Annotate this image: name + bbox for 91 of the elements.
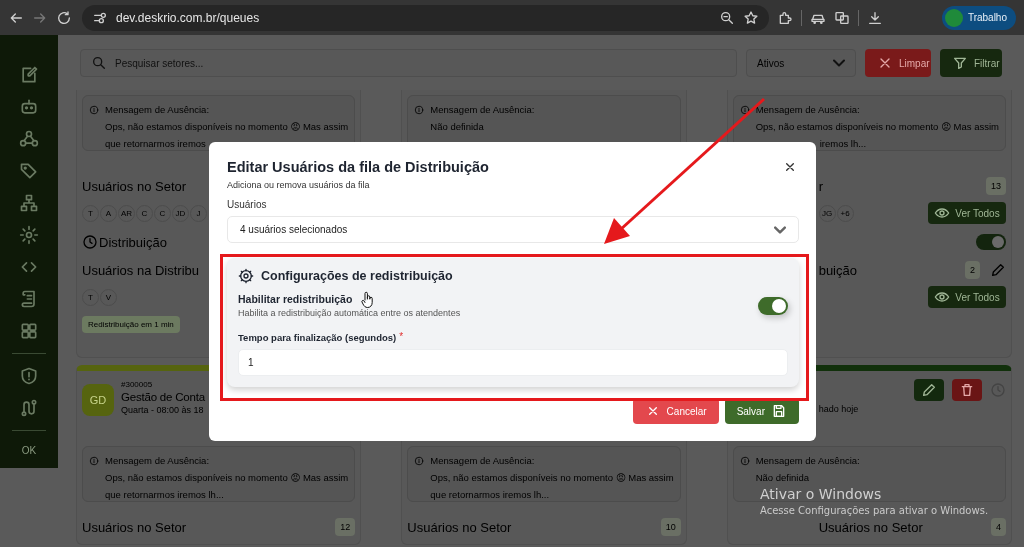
message-label: Mensagem de Ausência:: [755, 454, 860, 468]
activation-text: Acesse Configurações para ativar o Windows.: [760, 505, 989, 516]
count-badge: 13: [986, 177, 1006, 195]
message-label: Mensagem de Ausência:: [430, 454, 536, 468]
url-text: dev.deskrio.com.br/queues: [116, 10, 261, 25]
users-dropdown[interactable]: 4 usuários selecionados: [227, 216, 799, 243]
route-icon[interactable]: [19, 398, 39, 418]
section-title: Usuários na Distribu: [82, 262, 200, 278]
message-text: Ops, não estamos disponíveis no momento 😡 Mas assim: [430, 471, 674, 485]
sidebar-footer-label: OK: [21, 444, 37, 458]
chevron-down-icon: [774, 225, 786, 234]
message-text: que retornarmos iremos: [105, 137, 207, 151]
info-icon: [414, 105, 425, 115]
message-text: iremos lh...: [818, 137, 868, 151]
view-all-button[interactable]: Ver Todos: [928, 286, 1006, 308]
modal-title: Editar Usuários da fila de Distribuição: [227, 159, 489, 175]
section-title: Usuários no Setor: [407, 519, 512, 535]
message-text: Ops, não estamos disponíveis no momento 😡 Mas assim: [105, 120, 349, 134]
grid-icon[interactable]: [19, 321, 39, 341]
status-badge: Redistribuição em 1 min: [82, 315, 180, 333]
eye-icon: [934, 205, 951, 221]
filter-button[interactable]: Filtrar: [940, 49, 1002, 77]
message-label: Mensagem de Ausência:: [105, 454, 211, 468]
message-text: Não definida: [430, 120, 485, 134]
modal-subtitle: Adiciona ou remova usuários da fila: [227, 180, 371, 190]
toggle-label: Habilitar redistribuição: [238, 293, 353, 305]
download-icon[interactable]: [867, 9, 883, 26]
star-icon[interactable]: [743, 9, 759, 26]
message-label: Mensagem de Ausência:: [430, 103, 535, 117]
tag-icon[interactable]: [19, 161, 39, 181]
count-badge: 2: [965, 261, 980, 279]
queue-code: #300005: [121, 380, 154, 389]
message-label: Mensagem de Ausência:: [755, 103, 861, 117]
count-badge: 12: [335, 518, 356, 536]
hand-cursor-icon: [361, 291, 375, 309]
clock-icon: [82, 234, 98, 250]
view-all-button[interactable]: Ver Todos: [928, 202, 1006, 224]
section-title: Usuários no Setor: [82, 519, 187, 535]
section-title: Usuários no Setor: [82, 178, 187, 194]
queue-schedule: hado hoje: [818, 404, 859, 414]
section-title: Usuários no Setor: [818, 519, 923, 535]
count-badge: 4: [991, 518, 1006, 536]
pencil-icon[interactable]: [990, 262, 1006, 278]
edit-icon[interactable]: [19, 65, 39, 85]
info-icon: [739, 105, 750, 115]
toggle-switch[interactable]: [976, 234, 1006, 250]
field-label: Usuários: [227, 199, 268, 210]
queue-schedule: Quarta - 08:00 às 18: [121, 405, 205, 415]
queue-avatar: GD: [82, 384, 114, 416]
filter-icon: [952, 55, 968, 71]
address-bar[interactable]: dev.deskrio.com.br/queues: [82, 4, 769, 31]
message-text: Não definida: [755, 471, 810, 485]
delete-button[interactable]: [952, 379, 982, 401]
profile-avatar-icon: [944, 8, 963, 27]
info-icon: [739, 456, 750, 466]
nodes-icon[interactable]: [19, 129, 39, 149]
puzzle-icon[interactable]: [777, 9, 793, 26]
message-text: que retornarmos iremos lh...: [105, 488, 225, 502]
clear-button[interactable]: Limpar: [865, 49, 931, 77]
pencil-icon: [921, 382, 937, 398]
message-text: Ops, não estamos disponíveis no momento 😡 Mas assim: [755, 120, 999, 134]
info-icon: [89, 456, 99, 466]
section-title: Distribuição: [99, 234, 167, 250]
count-badge: 10: [660, 518, 681, 536]
panel-title: Configurações de redistribuição: [261, 269, 453, 283]
reload-icon[interactable]: [56, 9, 72, 26]
translate-icon[interactable]: [834, 9, 850, 26]
activation-title: Ativar o Windows: [760, 486, 883, 502]
profile-button[interactable]: Trabalho: [941, 5, 1016, 30]
robot-icon[interactable]: [19, 97, 39, 117]
queue-name: Gestão de Conta: [121, 391, 205, 403]
message-label: Mensagem de Ausência:: [105, 103, 211, 117]
field-label: Tempo para finalização (segundos): [238, 332, 397, 343]
zoom-icon[interactable]: [719, 9, 735, 26]
time-input[interactable]: 1: [238, 349, 788, 376]
edit-button[interactable]: [914, 379, 944, 401]
info-icon: [89, 105, 99, 115]
info-icon: [414, 456, 425, 466]
toggle-hint: Habilita a redistribuição automática entre os atendentes: [238, 308, 461, 318]
section-title: r: [818, 178, 823, 194]
search-icon: [91, 55, 107, 71]
toggle-switch[interactable]: [758, 296, 788, 315]
eye-icon: [934, 289, 951, 305]
hierarchy-icon[interactable]: [19, 193, 39, 213]
shield-icon[interactable]: [19, 366, 39, 386]
message-text: Ops, não estamos disponíveis no momento 😡 Mas assim: [105, 471, 349, 485]
section-title: buição: [818, 262, 857, 278]
chevron-down-icon: [833, 59, 845, 67]
required-mark: *: [399, 332, 404, 342]
trash-icon: [959, 382, 975, 398]
message-text: que retornarmos iremos lh...: [430, 488, 551, 502]
